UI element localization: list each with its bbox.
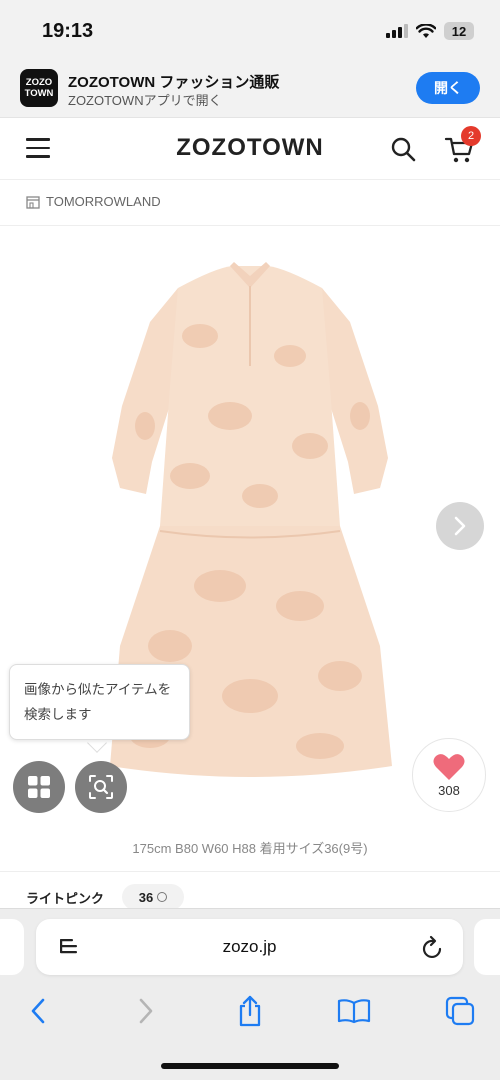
signal-icon [386,24,408,38]
site-logo[interactable]: ZOZOTOWN [0,134,500,162]
search-icon[interactable] [390,136,416,162]
app-logo-line2: TOWN [24,88,54,99]
battery-indicator: 12 [444,22,474,40]
forward-button[interactable] [128,993,164,1029]
store-icon [26,196,40,209]
previous-tab-preview[interactable] [0,919,24,975]
open-app-button[interactable]: 開く [416,72,480,104]
favorite-button[interactable]: 308 [412,738,486,812]
image-search-icon [89,775,113,799]
bookmarks-icon [337,999,371,1024]
app-logo: ZOZO TOWN [20,69,58,107]
heart-icon [433,753,465,780]
address-bar[interactable]: zozo.jp [36,919,463,975]
browser-toolbar: zozo.jp [0,908,500,1080]
app-banner-title: ZOZOTOWN ファッション通販 [68,74,280,91]
share-button[interactable] [232,993,268,1029]
url-text[interactable]: zozo.jp [36,937,463,957]
tooltip-line2: 検索します [24,707,92,722]
model-info: 175cm B80 W60 H88 着用サイズ36(9号) [132,841,368,856]
product-image-area[interactable]: 画像から似たアイテムを 検索します 308 [0,226,500,826]
forward-icon [139,998,153,1024]
grid-view-button[interactable] [13,761,65,813]
next-tab-preview[interactable] [474,919,500,975]
status-time: 19:13 [42,20,94,42]
back-button[interactable] [20,993,56,1029]
wifi-icon [416,23,436,38]
status-bar: 19:13 12 [0,0,500,62]
app-logo-line1: ZOZO [25,77,53,88]
tabs-button[interactable] [442,993,478,1029]
size-value: 36 [138,889,154,905]
image-search-button[interactable] [75,761,127,813]
back-icon [31,998,45,1024]
bookmarks-button[interactable] [336,993,372,1029]
stock-circle-icon [157,892,168,902]
favorite-count: 308 [438,782,460,798]
app-banner-subtitle: ZOZOTOWNアプリで開く [68,93,222,108]
chevron-right-icon [454,516,466,536]
brand-name[interactable]: TOMORROWLAND [46,194,161,209]
status-icons: 12 [386,22,474,40]
cart-count-badge: 2 [461,126,481,146]
size-chip[interactable]: 36 [122,884,184,910]
tabs-icon [445,996,475,1026]
home-indicator[interactable] [161,1063,339,1069]
app-banner: ZOZO TOWN ZOZOTOWN ファッション通販 ZOZOTOWNアプリで… [0,62,500,118]
next-image-button[interactable] [436,502,484,550]
color-label: ライトピンク [26,891,105,906]
share-icon [239,995,261,1027]
grid-icon [28,776,50,798]
tooltip-line1: 画像から似たアイテムを [24,682,172,697]
image-search-tooltip: 画像から似たアイテムを 検索します [9,664,190,740]
divider [0,871,500,872]
site-header: ZOZOTOWN [0,118,500,180]
brand-row[interactable]: TOMORROWLAND [0,180,500,226]
reload-icon[interactable] [422,935,444,959]
